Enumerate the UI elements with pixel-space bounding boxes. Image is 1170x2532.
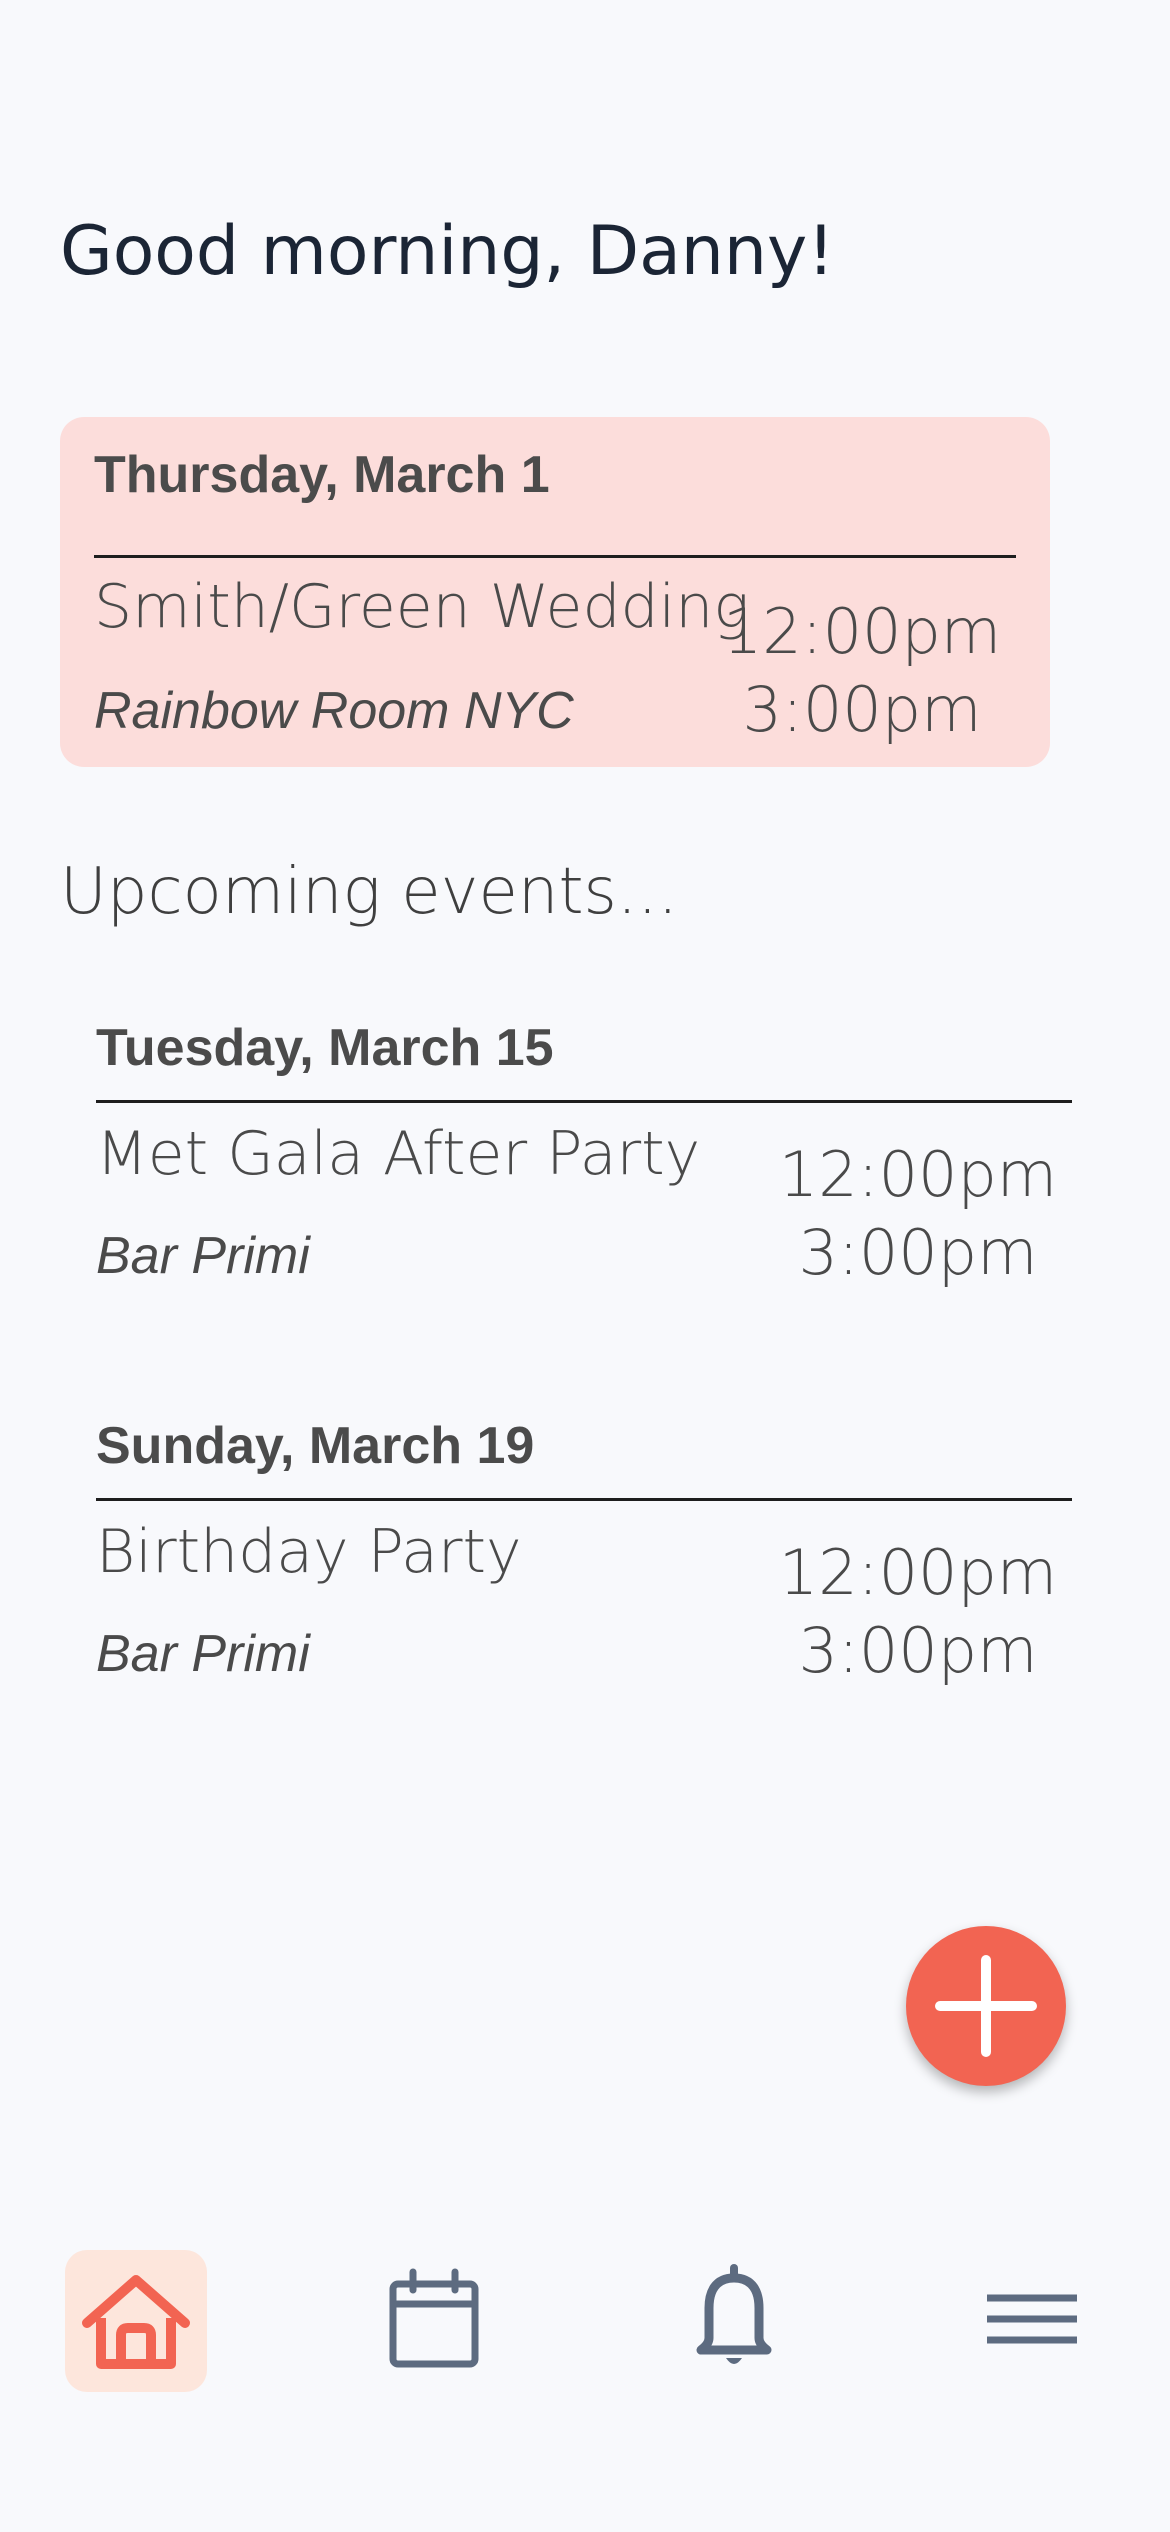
event-time: 12:00pm 3:00pm bbox=[778, 1136, 1058, 1292]
event-start-time: 12:00pm bbox=[778, 1536, 1058, 1609]
event-end-time: 3:00pm bbox=[742, 673, 982, 746]
upcoming-event-item[interactable]: Tuesday, March 15 Met Gala After Party B… bbox=[96, 1022, 1072, 1322]
tab-calendar[interactable] bbox=[363, 2250, 505, 2392]
bottom-tab-bar bbox=[0, 2240, 1170, 2400]
event-divider bbox=[94, 555, 1016, 558]
event-end-time: 3:00pm bbox=[798, 1216, 1038, 1289]
event-divider bbox=[96, 1100, 1072, 1103]
event-date: Tuesday, March 15 bbox=[96, 1019, 554, 1077]
event-venue: Rainbow Room NYC bbox=[94, 682, 574, 740]
today-event: Thursday, March 1 Smith/Green Wedding Ra… bbox=[94, 449, 1016, 749]
event-venue: Bar Primi bbox=[96, 1227, 310, 1285]
event-time: 12:00pm 3:00pm bbox=[778, 1534, 1058, 1690]
add-event-button[interactable] bbox=[906, 1926, 1066, 2086]
event-time: 12:00pm 3:00pm bbox=[722, 593, 1002, 749]
tab-menu[interactable] bbox=[961, 2250, 1103, 2392]
event-start-time: 12:00pm bbox=[778, 1138, 1058, 1211]
tab-notifications[interactable] bbox=[663, 2250, 805, 2392]
menu-icon bbox=[987, 2294, 1077, 2344]
event-date: Sunday, March 19 bbox=[96, 1417, 535, 1475]
event-title: Birthday Party bbox=[96, 1517, 522, 1587]
event-title: Met Gala After Party bbox=[96, 1119, 701, 1189]
event-divider bbox=[96, 1498, 1072, 1501]
event-end-time: 3:00pm bbox=[798, 1614, 1038, 1687]
upcoming-event-item[interactable]: Sunday, March 19 Birthday Party Bar Prim… bbox=[96, 1420, 1072, 1720]
event-start-time: 12:00pm bbox=[722, 595, 1002, 668]
tab-home[interactable] bbox=[65, 2250, 207, 2392]
event-date: Thursday, March 1 bbox=[94, 446, 550, 504]
calendar-icon bbox=[389, 2268, 479, 2368]
bell-icon bbox=[696, 2264, 772, 2364]
today-event-card[interactable]: Thursday, March 1 Smith/Green Wedding Ra… bbox=[60, 417, 1050, 767]
greeting-heading: Good morning, Danny! bbox=[60, 212, 835, 291]
upcoming-events-heading: Upcoming events... bbox=[60, 855, 678, 929]
home-icon bbox=[82, 2275, 190, 2369]
event-title: Smith/Green Wedding bbox=[94, 572, 750, 642]
plus-icon bbox=[935, 1955, 1037, 2057]
event-venue: Bar Primi bbox=[96, 1625, 310, 1683]
